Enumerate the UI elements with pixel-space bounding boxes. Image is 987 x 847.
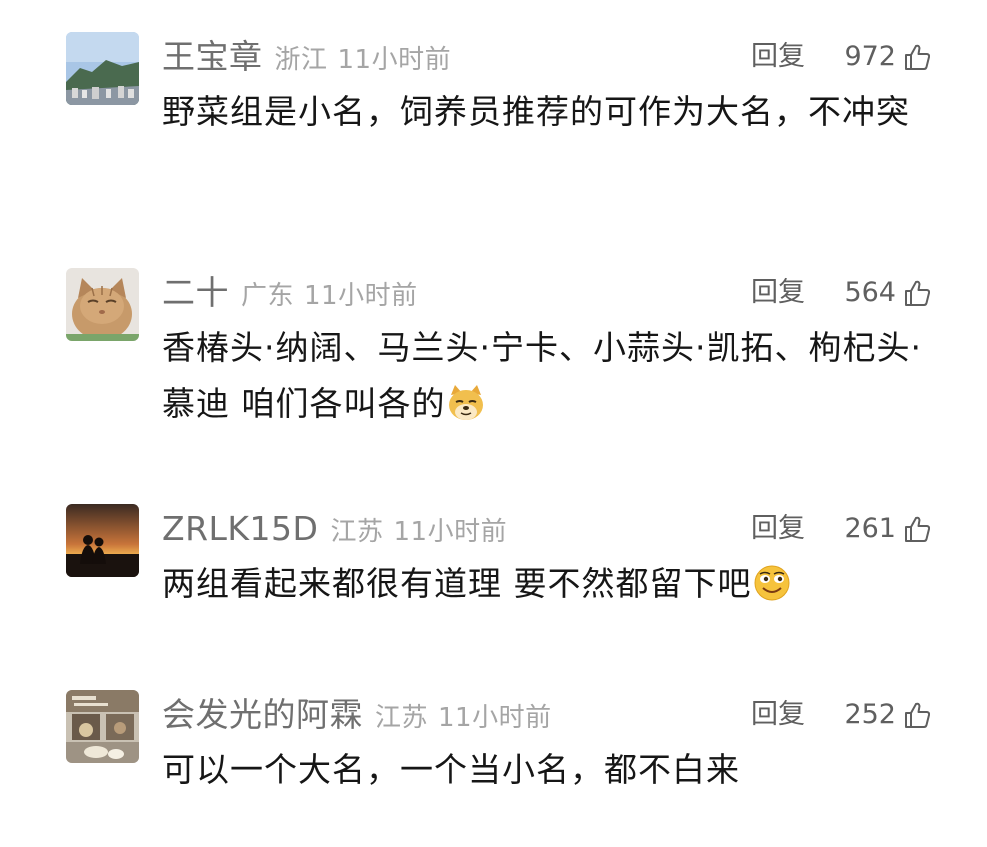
meta: 广东 11小时前 bbox=[241, 276, 418, 316]
location: 广东 bbox=[241, 281, 295, 311]
user-avatar[interactable] bbox=[66, 690, 139, 763]
username-row: ZRLK15D 江苏 11小时前 bbox=[162, 509, 507, 552]
like-count: 261 bbox=[844, 513, 896, 544]
comment-text-wrap: 两组看起来都很有道理 要不然都留下吧 bbox=[162, 556, 932, 612]
sunset-couple-avatar bbox=[66, 504, 139, 577]
timestamp: 11小时前 bbox=[393, 517, 508, 547]
comment-text: 两组看起来都很有道理 要不然都留下吧 bbox=[162, 564, 752, 603]
like-button[interactable]: 972 bbox=[844, 37, 932, 77]
location: 江苏 bbox=[330, 517, 384, 547]
comment-text: 可以一个大名，一个当小名，都不白来 bbox=[162, 750, 740, 789]
like-count: 972 bbox=[844, 41, 896, 72]
like-count: 564 bbox=[844, 277, 896, 308]
thumbs-up-icon bbox=[905, 280, 931, 306]
doge-emoji bbox=[448, 385, 483, 420]
reply-button[interactable]: 回复 bbox=[751, 273, 805, 313]
reply-button[interactable]: 回复 bbox=[751, 37, 805, 77]
comment-text: 香椿头·纳阔、马兰头·宁卡、小蒜头·凯拓、枸杞头·慕迪 咱们各叫各的 bbox=[162, 328, 922, 423]
location: 江苏 bbox=[375, 703, 429, 733]
timestamp: 11小时前 bbox=[438, 703, 552, 733]
comment-text-wrap: 香椿头·纳阔、马兰头·宁卡、小蒜头·凯拓、枸杞头·慕迪 咱们各叫各的 bbox=[162, 320, 932, 432]
meta: 浙江 11小时前 bbox=[275, 40, 452, 80]
username[interactable]: 二十 bbox=[162, 273, 229, 312]
cat-avatar bbox=[66, 268, 139, 341]
user-avatar[interactable] bbox=[66, 504, 139, 577]
mountain-city-avatar bbox=[66, 32, 139, 105]
username[interactable]: 会发光的阿霖 bbox=[162, 695, 363, 734]
thumbs-up-icon bbox=[905, 516, 931, 542]
comment-text: 野菜组是小名，饲养员推荐的可作为大名，不冲突 bbox=[162, 92, 910, 131]
reply-button[interactable]: 回复 bbox=[751, 695, 805, 735]
like-count: 252 bbox=[844, 699, 896, 730]
thumbs-up-icon bbox=[905, 44, 931, 70]
user-avatar[interactable] bbox=[66, 268, 139, 341]
reply-button[interactable]: 回复 bbox=[751, 509, 805, 549]
like-button[interactable]: 261 bbox=[844, 509, 932, 549]
username-row: 王宝章 浙江 11小时前 bbox=[162, 37, 451, 80]
grin-emoji bbox=[754, 565, 789, 601]
user-avatar[interactable] bbox=[66, 32, 139, 105]
username[interactable]: 王宝章 bbox=[162, 37, 263, 76]
shopfront-avatar bbox=[66, 690, 139, 763]
timestamp: 11小时前 bbox=[304, 281, 418, 311]
meta: 江苏 11小时前 bbox=[375, 698, 552, 738]
username-row: 二十 广东 11小时前 bbox=[162, 273, 418, 316]
like-button[interactable]: 564 bbox=[844, 273, 932, 313]
username-row: 会发光的阿霖 江苏 11小时前 bbox=[162, 695, 552, 738]
thumbs-up-icon bbox=[905, 702, 931, 728]
timestamp: 11小时前 bbox=[337, 45, 452, 75]
location: 浙江 bbox=[274, 45, 328, 75]
username[interactable]: ZRLK15D bbox=[162, 509, 318, 548]
meta: 江苏 11小时前 bbox=[330, 512, 507, 552]
like-button[interactable]: 252 bbox=[844, 695, 932, 735]
